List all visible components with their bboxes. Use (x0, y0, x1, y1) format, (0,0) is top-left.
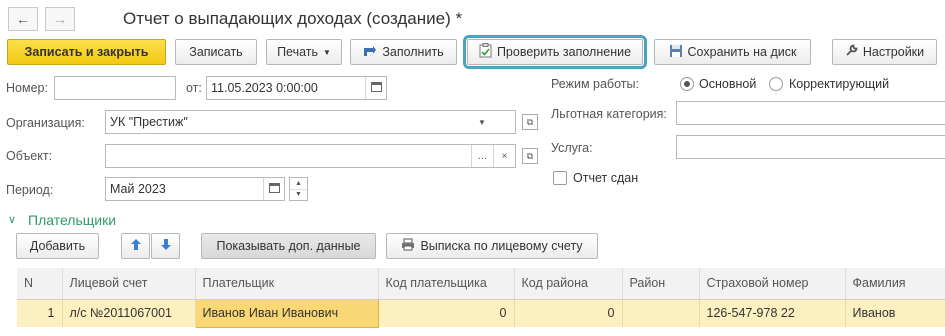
column-header[interactable]: Код плательщика (378, 268, 515, 300)
column-header[interactable]: N (17, 268, 63, 300)
cell-district[interactable] (622, 299, 700, 327)
wrench-icon (845, 44, 858, 60)
print-label: Печать (277, 45, 319, 59)
fill-arrow-icon (363, 45, 377, 60)
calendar-button[interactable] (365, 77, 386, 99)
organization-label: Организация: (6, 116, 85, 130)
period-field[interactable]: Май 2023 (105, 177, 285, 201)
disk-icon (669, 44, 683, 61)
ellipsis-icon: … (477, 150, 488, 162)
report-submitted-checkbox[interactable] (553, 171, 567, 185)
save-to-disk-button[interactable]: Сохранить на диск (654, 39, 811, 65)
object-open-button[interactable]: ⧉ (522, 148, 538, 164)
add-payer-button[interactable]: Добавить (16, 233, 99, 259)
account-statement-label: Выписка по лицевому счету (420, 239, 583, 253)
open-icon: ⧉ (526, 150, 534, 161)
cell-account[interactable]: л/с №2011067001 (62, 299, 196, 327)
printer-icon (401, 238, 415, 254)
mode-option-corrective[interactable]: Корректирующий (789, 77, 889, 91)
check-fill-label: Проверить заполнение (496, 45, 632, 59)
table-header-row: N Лицевой счет Плательщик Код плательщик… (17, 268, 945, 300)
benefit-category-field[interactable] (676, 101, 945, 125)
object-select-button[interactable]: … (471, 145, 493, 167)
forward-button[interactable]: → (45, 7, 75, 31)
table-row[interactable]: 1 л/с №2011067001 Иванов Иван Иванович 0… (17, 298, 945, 328)
service-label: Услуга: (551, 141, 593, 155)
mode-radio-corrective[interactable] (769, 77, 783, 91)
spinner-up-icon[interactable]: ▲ (290, 178, 307, 190)
cell-surname[interactable]: Иванов (845, 299, 945, 327)
show-extra-data-button[interactable]: Показывать доп. данные (201, 233, 376, 259)
date-field[interactable]: 11.05.2023 0:00:00 (206, 76, 387, 100)
cell-n[interactable]: 1 (17, 299, 63, 327)
move-down-button[interactable] (151, 233, 180, 259)
object-clear-button[interactable]: × (493, 145, 515, 167)
period-label: Период: (6, 183, 54, 197)
mode-option-main[interactable]: Основной (699, 77, 756, 91)
check-fill-button[interactable]: Проверить заполнение (463, 35, 647, 69)
save-to-disk-label: Сохранить на диск (687, 45, 797, 59)
calendar-icon (371, 81, 382, 95)
page-title: Отчет о выпадающих доходах (создание) * (123, 9, 463, 28)
number-label: Номер: (6, 81, 48, 95)
fill-label: Заполнить (382, 45, 444, 59)
back-button[interactable]: ← (8, 7, 38, 31)
arrow-down-icon (160, 238, 172, 254)
date-label: от: (186, 81, 202, 95)
date-value: 11.05.2023 0:00:00 (211, 81, 318, 95)
column-header[interactable]: Фамилия (845, 268, 945, 300)
service-field[interactable] (676, 135, 945, 159)
column-header[interactable]: Страховой номер (699, 268, 846, 300)
mode-radio-main[interactable] (680, 77, 694, 91)
arrow-left-icon: ← (16, 11, 30, 27)
mode-label: Режим работы: (551, 77, 639, 91)
period-calendar-button[interactable] (263, 178, 284, 200)
period-spinner[interactable]: ▲ ▼ (289, 177, 308, 201)
object-field[interactable]: … × (105, 144, 516, 168)
cell-insurance[interactable]: 126-547-978 22 (699, 299, 846, 327)
payers-table: N Лицевой счет Плательщик Код плательщик… (17, 268, 945, 328)
clear-icon: × (501, 150, 508, 162)
column-header[interactable]: Код района (514, 268, 623, 300)
dropdown-arrow-icon: ▼ (323, 47, 331, 57)
settings-button[interactable]: Настройки (832, 39, 937, 65)
column-header[interactable]: Район (622, 268, 700, 300)
organization-open-button[interactable]: ⧉ (522, 114, 538, 130)
print-button[interactable]: Печать ▼ (266, 39, 342, 65)
chevron-down-icon: ▼ (478, 117, 486, 127)
payers-section-title[interactable]: Плательщики (28, 212, 116, 228)
move-up-button[interactable] (121, 233, 150, 259)
calendar-icon (269, 182, 280, 196)
organization-field[interactable]: УК "Престиж" ▼ (105, 110, 516, 134)
number-field[interactable] (54, 76, 176, 100)
cell-payer[interactable]: Иванов Иван Иванович (194, 298, 379, 328)
period-value: Май 2023 (110, 182, 166, 196)
save-close-label: Записать и закрыть (24, 45, 149, 59)
clipboard-check-icon (479, 43, 492, 61)
add-payer-label: Добавить (29, 239, 86, 253)
arrow-right-icon: → (53, 11, 67, 27)
organization-value: УК "Престиж" (110, 115, 188, 129)
open-icon: ⧉ (526, 116, 534, 127)
account-statement-button[interactable]: Выписка по лицевому счету (386, 233, 598, 259)
save-close-button[interactable]: Записать и закрыть (7, 39, 166, 65)
report-submitted-label: Отчет сдан (573, 171, 639, 185)
settings-label: Настройки (862, 45, 925, 59)
cell-payer-code[interactable]: 0 (378, 299, 515, 327)
fill-button[interactable]: Заполнить (350, 39, 457, 65)
column-header[interactable]: Лицевой счет (62, 268, 196, 300)
column-header[interactable]: Плательщик (195, 268, 379, 300)
cell-district-code[interactable]: 0 (514, 299, 623, 327)
save-button[interactable]: Записать (175, 39, 257, 65)
spinner-down-icon[interactable]: ▼ (290, 190, 307, 201)
benefit-category-label: Льготная категория: (551, 107, 667, 121)
organization-dropdown-button[interactable]: ▼ (471, 111, 493, 133)
save-label: Записать (189, 45, 243, 59)
show-extra-data-label: Показывать доп. данные (216, 239, 361, 253)
arrow-up-icon (130, 238, 142, 254)
collapse-chevron-icon[interactable]: ∨ (8, 213, 16, 226)
object-label: Объект: (6, 149, 53, 163)
